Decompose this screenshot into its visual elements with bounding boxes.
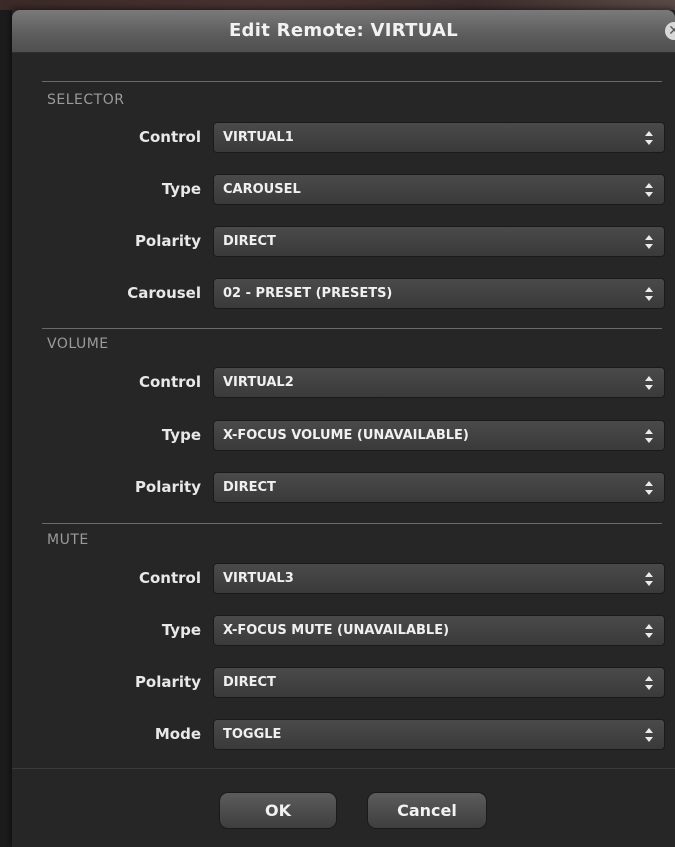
select-value: X-FOCUS VOLUME (UNAVAILABLE) — [223, 428, 469, 443]
volume-polarity-label: Polarity — [134, 478, 201, 496]
select-value: VIRTUAL3 — [223, 571, 294, 586]
selector-control-select[interactable]: VIRTUAL1 — [213, 122, 665, 153]
ok-button[interactable]: OK — [219, 792, 337, 829]
selector-polarity-label: Polarity — [134, 232, 201, 250]
section-title-mute: MUTE — [47, 532, 89, 548]
selector-type-select[interactable]: CAROUSEL — [213, 174, 665, 205]
mute-control-label: Control — [138, 569, 201, 587]
footer-divider — [12, 768, 675, 769]
dialog-title: Edit Remote: VIRTUAL — [228, 20, 459, 41]
mute-control-select[interactable]: VIRTUAL3 — [213, 563, 665, 594]
mute-mode-label: Mode — [154, 725, 201, 743]
select-value: VIRTUAL1 — [223, 130, 294, 145]
volume-type-select[interactable]: X-FOCUS VOLUME (UNAVAILABLE) — [213, 420, 665, 451]
updown-arrows-icon — [645, 183, 653, 197]
selector-control-label: Control — [138, 128, 201, 146]
updown-arrows-icon — [645, 429, 653, 443]
dialog-titlebar[interactable]: Edit Remote: VIRTUAL ✕ — [12, 10, 675, 53]
volume-control-select[interactable]: VIRTUAL2 — [213, 367, 665, 398]
volume-type-label: Type — [161, 426, 201, 444]
section-title-volume: VOLUME — [47, 336, 109, 352]
updown-arrows-icon — [645, 287, 653, 301]
background-window — [0, 0, 675, 10]
volume-control-label: Control — [138, 373, 201, 391]
updown-arrows-icon — [645, 131, 653, 145]
volume-polarity-select[interactable]: DIRECT — [213, 472, 665, 503]
mute-polarity-label: Polarity — [134, 673, 201, 691]
section-divider — [42, 328, 662, 329]
updown-arrows-icon — [645, 572, 653, 586]
cancel-button[interactable]: Cancel — [367, 792, 487, 829]
updown-arrows-icon — [645, 624, 653, 638]
section-divider — [42, 523, 662, 524]
updown-arrows-icon — [645, 728, 653, 742]
background-window-edge — [0, 10, 12, 847]
select-value: DIRECT — [223, 480, 276, 495]
section-divider — [42, 81, 662, 82]
updown-arrows-icon — [645, 481, 653, 495]
selector-polarity-select[interactable]: DIRECT — [213, 226, 665, 257]
selector-type-label: Type — [161, 180, 201, 198]
edit-remote-dialog: Edit Remote: VIRTUAL ✕ SELECTOR Control … — [12, 10, 675, 847]
select-value: CAROUSEL — [223, 182, 301, 197]
selector-carousel-label: Carousel — [127, 284, 201, 302]
mute-polarity-select[interactable]: DIRECT — [213, 667, 665, 698]
select-value: 02 - PRESET (PRESETS) — [223, 286, 393, 301]
select-value: TOGGLE — [223, 727, 282, 742]
select-value: VIRTUAL2 — [223, 375, 294, 390]
select-value: X-FOCUS MUTE (UNAVAILABLE) — [223, 623, 450, 638]
section-title-selector: SELECTOR — [47, 92, 125, 108]
mute-mode-select[interactable]: TOGGLE — [213, 719, 665, 750]
mute-type-label: Type — [161, 621, 201, 639]
updown-arrows-icon — [645, 235, 653, 249]
mute-type-select[interactable]: X-FOCUS MUTE (UNAVAILABLE) — [213, 615, 665, 646]
select-value: DIRECT — [223, 234, 276, 249]
updown-arrows-icon — [645, 676, 653, 690]
selector-carousel-select[interactable]: 02 - PRESET (PRESETS) — [213, 278, 665, 309]
updown-arrows-icon — [645, 376, 653, 390]
select-value: DIRECT — [223, 675, 276, 690]
